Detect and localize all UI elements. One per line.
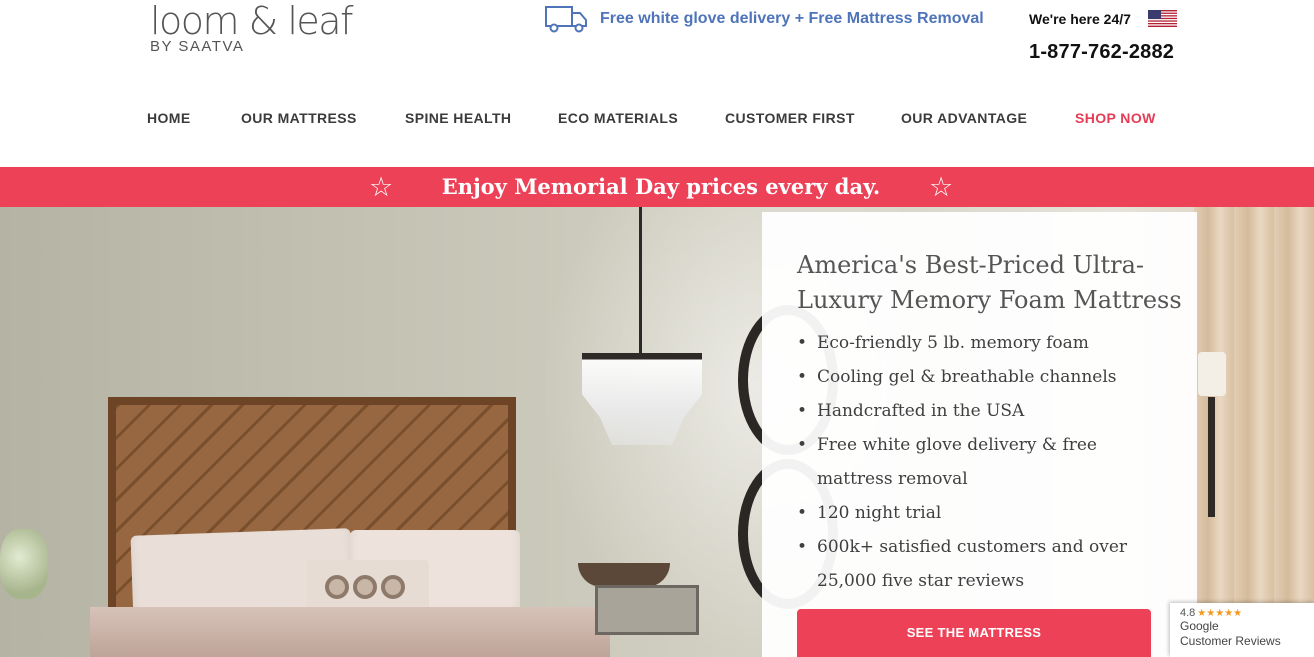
pillow-medallion bbox=[353, 575, 377, 599]
google-reviews-badge[interactable]: 4.8 ★★★★★ Google Customer Reviews bbox=[1170, 603, 1314, 657]
rating-value: 4.8 bbox=[1180, 607, 1196, 619]
flowers bbox=[0, 529, 48, 599]
feature-item: Free white glove delivery & free mattres… bbox=[797, 428, 1157, 496]
nav-our-mattress[interactable]: OUR MATTRESS bbox=[241, 110, 357, 126]
feature-item: Handcrafted in the USA bbox=[797, 394, 1157, 428]
star-icon: ☆ bbox=[929, 172, 954, 202]
reviews-label: Customer Reviews bbox=[1180, 634, 1281, 648]
logo-wordmark: loom & leaf bbox=[150, 0, 353, 43]
chandelier-chain bbox=[639, 207, 642, 357]
feature-item: Eco-friendly 5 lb. memory foam bbox=[797, 326, 1157, 360]
feature-item: 120 night trial bbox=[797, 496, 1157, 530]
feature-item: Cooling gel & breathable channels bbox=[797, 360, 1157, 394]
rating-row: 4.8 ★★★★★ bbox=[1180, 607, 1314, 619]
see-the-mattress-button[interactable]: SEE THE MATTRESS bbox=[797, 609, 1151, 657]
wall-candle bbox=[1198, 352, 1226, 396]
feature-item: 600k+ satisfied customers and over 25,00… bbox=[797, 530, 1157, 598]
nav-home[interactable]: HOME bbox=[147, 110, 191, 126]
feature-list: Eco-friendly 5 lb. memory foam Cooling g… bbox=[797, 326, 1157, 598]
delivery-banner[interactable]: Free white glove delivery + Free Mattres… bbox=[544, 4, 984, 34]
bedding bbox=[90, 607, 610, 657]
site-header: loom & leaf BY SAATVA Free white glove d… bbox=[0, 0, 1314, 166]
nav-shop-now[interactable]: SHOP NOW bbox=[1075, 110, 1156, 126]
nightstand bbox=[595, 585, 699, 635]
decor-bowl bbox=[578, 563, 670, 587]
rating-stars-icon: ★★★★★ bbox=[1197, 607, 1243, 619]
truck-icon bbox=[545, 6, 587, 33]
wall-sconce bbox=[1208, 397, 1215, 517]
logo[interactable]: loom & leaf BY SAATVA bbox=[150, 0, 353, 55]
nav-customer-first[interactable]: CUSTOMER FIRST bbox=[725, 110, 855, 126]
hero-title: America's Best-Priced Ultra-Luxury Memor… bbox=[797, 251, 1182, 314]
main-nav: HOME OUR MATTRESS SPINE HEALTH ECO MATER… bbox=[0, 110, 1314, 132]
nav-spine-health[interactable]: SPINE HEALTH bbox=[405, 110, 511, 126]
support-hours: We're here 24/7 bbox=[1029, 11, 1131, 27]
promo-banner[interactable]: ☆ Enjoy Memorial Day prices every day. ☆ bbox=[0, 167, 1314, 207]
promo-text: Enjoy Memorial Day prices every day. bbox=[441, 174, 881, 199]
nav-eco-materials[interactable]: ECO MATERIALS bbox=[558, 110, 678, 126]
nav-our-advantage[interactable]: OUR ADVANTAGE bbox=[901, 110, 1027, 126]
delivery-text: Free white glove delivery + Free Mattres… bbox=[600, 10, 984, 27]
reviews-provider: Google bbox=[1180, 619, 1219, 633]
phone-number[interactable]: 1-877-762-2882 bbox=[1029, 41, 1174, 64]
us-flag-icon[interactable] bbox=[1148, 10, 1177, 27]
pillow-medallion bbox=[381, 575, 405, 599]
pillow-medallion bbox=[325, 575, 349, 599]
hero-card: America's Best-Priced Ultra-Luxury Memor… bbox=[762, 212, 1197, 657]
